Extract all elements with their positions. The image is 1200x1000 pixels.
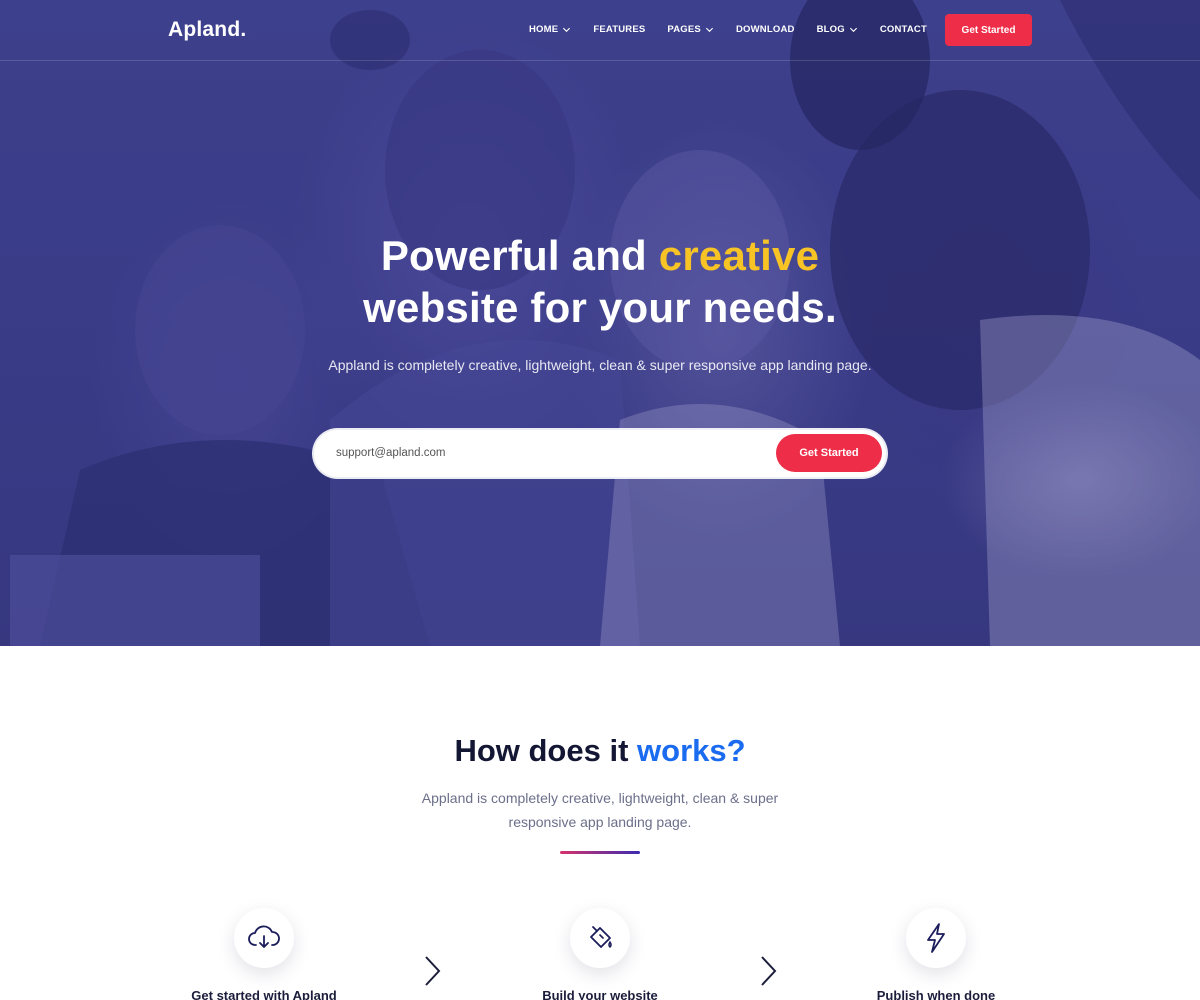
step-icon-circle [234, 908, 294, 968]
chevron-right-icon [425, 956, 441, 986]
menu-item-label: BLOG [816, 24, 845, 35]
email-input[interactable] [336, 441, 756, 465]
menu-item-contact[interactable]: CONTACT [880, 24, 927, 35]
main-menu: HOME FEATURES PAGES DOWNLOAD BLOG CONTAC… [529, 24, 949, 35]
section-divider [560, 851, 640, 854]
hero-title-accent: creative [658, 232, 820, 279]
step-label: Publish when done [876, 988, 996, 1000]
section-title-part1: How does it [454, 733, 638, 768]
section-title: How does it works? [0, 733, 1200, 769]
subscribe-form: Get Started [314, 430, 886, 477]
section-title-accent: works? [637, 733, 746, 768]
site-logo[interactable]: Apland. [168, 18, 246, 42]
hero-subtitle: Appland is completely creative, lightwei… [328, 357, 872, 373]
cloud-download-icon [248, 925, 280, 948]
lightning-icon [927, 923, 945, 953]
menu-item-label: CONTACT [879, 24, 927, 35]
step-icon-circle [906, 908, 966, 968]
hero-title: Powerful and creative website for your n… [0, 230, 1200, 334]
step-label: Get started with Apland [191, 988, 337, 1000]
hero-section: Apland. HOME FEATURES PAGES DOWNLOAD BLO… [0, 0, 1200, 646]
menu-item-pages[interactable]: PAGES [667, 24, 714, 35]
menu-item-features[interactable]: FEATURES [593, 24, 645, 35]
menu-item-label: FEATURES [593, 24, 646, 35]
menu-item-label: PAGES [667, 24, 701, 35]
menu-item-download[interactable]: DOWNLOAD [736, 24, 795, 35]
menu-item-label: DOWNLOAD [735, 24, 795, 35]
hero-title-part1: Powerful and [380, 232, 659, 279]
get-started-hero-button[interactable]: Get Started [776, 434, 882, 472]
menu-item-home[interactable]: HOME [529, 24, 571, 35]
step-label: Build your website [542, 988, 658, 1000]
section-subtitle: Appland is completely creative, lightwei… [421, 790, 779, 830]
chevron-down-icon [705, 27, 714, 33]
chevron-right-icon [761, 956, 777, 986]
menu-item-label: HOME [529, 24, 559, 35]
hero-title-line2: website for your needs. [363, 284, 837, 331]
menu-item-blog[interactable]: BLOG [817, 24, 858, 35]
step-icon-circle [570, 908, 630, 968]
chevron-down-icon [563, 27, 571, 33]
chevron-down-icon [849, 27, 857, 33]
paint-bucket-icon [590, 926, 612, 949]
get-started-nav-button[interactable]: Get Started [945, 14, 1032, 46]
top-navbar: Apland. HOME FEATURES PAGES DOWNLOAD BLO… [0, 0, 1200, 61]
